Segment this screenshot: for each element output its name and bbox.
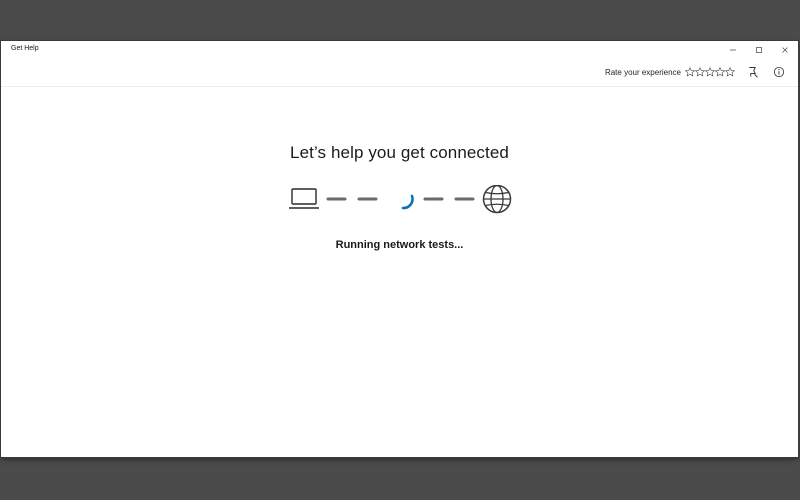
connection-progress: [289, 185, 512, 214]
rate-experience: Rate your experience: [605, 67, 735, 77]
rate-experience-label: Rate your experience: [604, 67, 681, 77]
star-5-icon[interactable]: [725, 67, 735, 77]
loading-spinner: [401, 194, 414, 210]
window-controls: [720, 41, 798, 59]
toolbar: Rate your experience: [1, 59, 798, 87]
desktop-background: Get Help Rate your experience Let’s help…: [0, 0, 800, 500]
minimize-button[interactable]: [720, 41, 746, 59]
feedback-icon[interactable]: [747, 66, 759, 78]
close-icon: [782, 47, 788, 53]
status-text: Running network tests...: [335, 239, 464, 251]
app-title: Get Help: [11, 45, 39, 52]
page-title: Let’s help you get connected: [290, 143, 509, 162]
info-icon[interactable]: [773, 66, 785, 78]
minimize-icon: [730, 49, 736, 51]
maximize-button[interactable]: [746, 41, 772, 59]
star-1-icon[interactable]: [685, 67, 695, 77]
close-button[interactable]: [772, 41, 798, 59]
globe-icon: [482, 185, 512, 214]
star-3-icon[interactable]: [705, 67, 715, 77]
main-content: Let’s help you get connected Running net…: [1, 87, 798, 457]
star-4-icon[interactable]: [715, 67, 725, 77]
title-bar[interactable]: Get Help: [1, 41, 798, 59]
star-2-icon[interactable]: [695, 67, 705, 77]
maximize-icon: [756, 47, 762, 53]
laptop-icon: [289, 188, 319, 209]
get-help-window: Get Help Rate your experience Let’s help…: [1, 41, 798, 457]
star-rating: [685, 67, 735, 77]
